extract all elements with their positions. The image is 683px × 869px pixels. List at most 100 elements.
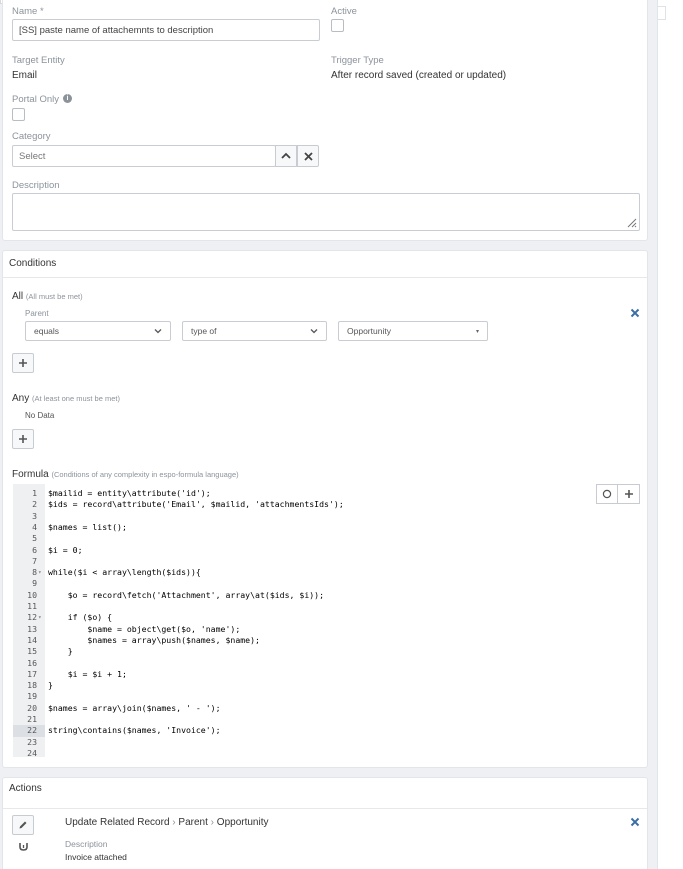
code-line[interactable]: 14 $names = array\push($names, $name);	[13, 635, 641, 646]
description-textarea[interactable]	[12, 193, 640, 231]
line-number: 8	[32, 567, 37, 578]
chevron-up-icon	[281, 152, 291, 159]
target-entity-label: Target Entity	[12, 55, 65, 66]
code-text: $ids = record\attribute('Email', $mailid…	[48, 499, 344, 510]
code-text: $names = array\join($names, ' - ');	[48, 702, 221, 713]
code-line[interactable]: 13 $name = object\get($o, 'name');	[13, 624, 641, 635]
breadcrumb-separator: ›	[210, 817, 215, 828]
portal-only-checkbox[interactable]	[12, 108, 25, 121]
active-label: Active	[331, 6, 357, 17]
code-text: while($i < array\length($ids)){	[48, 567, 201, 578]
code-line[interactable]: 24	[13, 748, 641, 759]
name-label: Name *	[12, 6, 44, 17]
check-syntax-button[interactable]	[596, 484, 618, 504]
name-input[interactable]: [SS] paste name of attachemnts to descri…	[12, 19, 320, 41]
code-line[interactable]: 5	[13, 533, 641, 544]
description-label: Description	[12, 180, 60, 191]
parent-label: Parent	[25, 309, 49, 318]
code-line[interactable]: 22 string\contains($names, 'Invoice');	[13, 725, 641, 737]
code-line[interactable]: 10 $o = record\fetch('Attachment', array…	[13, 590, 641, 601]
fold-arrow-icon[interactable]: ▾	[38, 567, 44, 578]
code-line[interactable]: 23	[13, 737, 641, 748]
plus-icon	[19, 435, 27, 443]
remove-action-icon[interactable]	[630, 817, 640, 827]
all-hint: (All must be met)	[25, 292, 83, 301]
code-line[interactable]: 1 $mailid = entity\attribute('id');	[13, 488, 641, 499]
code-line[interactable]: 18}	[13, 680, 641, 691]
category-label: Category	[12, 131, 51, 142]
move-down-icon[interactable]	[19, 842, 28, 851]
active-checkbox[interactable]	[331, 19, 344, 32]
entity-select[interactable]: Opportunity ▾	[338, 321, 488, 341]
formula-title: Formula (Conditions of any complexity in…	[12, 469, 239, 480]
line-number: 7	[32, 555, 37, 566]
action-link: Parent	[178, 817, 208, 828]
no-data-text: No Data	[25, 411, 55, 420]
code-line[interactable]: 16	[13, 658, 641, 669]
code-text: }	[48, 680, 53, 691]
action-description-value: Invoice attached	[65, 852, 127, 862]
line-number: 2	[32, 499, 37, 510]
line-number: 1	[32, 488, 37, 498]
code-line[interactable]: 21	[13, 714, 641, 725]
line-number: 24	[27, 747, 37, 758]
code-text: $name = object\get($o, 'name');	[48, 623, 241, 634]
circle-icon	[602, 489, 612, 499]
all-label: All	[12, 291, 24, 302]
line-number: 13	[27, 623, 37, 634]
code-line[interactable]: 20 $names = array\join($names, ' - ');	[13, 703, 641, 714]
line-number: 9	[32, 578, 37, 589]
fold-arrow-icon[interactable]: ▾	[38, 612, 44, 623]
code-line[interactable]: 11	[13, 601, 641, 612]
trigger-type-label: Trigger Type	[331, 55, 384, 66]
any-hint: (At least one must be met)	[32, 394, 120, 403]
breadcrumb-separator: ›	[172, 817, 176, 828]
code-line[interactable]: 3	[13, 511, 641, 522]
code-line[interactable]: 19	[13, 691, 641, 702]
add-all-condition-button[interactable]	[12, 353, 34, 373]
code-line[interactable]: 8 ▾ while($i < array\length($ids)){	[13, 567, 641, 578]
code-line[interactable]: 9	[13, 578, 641, 589]
action-heading: Update Related Record › Parent › Opportu…	[65, 817, 269, 828]
line-number: 20	[27, 702, 37, 713]
any-group-title: Any (At least one must be met)	[12, 393, 120, 404]
code-line[interactable]: 4 $names = list();	[13, 522, 641, 533]
code-text: }	[48, 646, 73, 657]
chevron-down-icon	[310, 329, 318, 334]
line-number: 6	[32, 544, 37, 555]
target-entity-value: Email	[12, 70, 38, 81]
conditions-panel: Conditions All (All must be met) Parent …	[2, 250, 648, 768]
type-select[interactable]: type of	[182, 321, 327, 341]
trigger-type-value: After record saved (created or updated)	[331, 70, 507, 81]
code-text: $names = list();	[48, 521, 127, 532]
line-number: 12	[27, 612, 37, 623]
code-line[interactable]: 6 $i = 0;	[13, 545, 641, 556]
category-select[interactable]: Select	[12, 145, 276, 167]
line-number: 4	[32, 521, 37, 532]
add-any-condition-button[interactable]	[12, 429, 34, 449]
code-line[interactable]: 15 }	[13, 646, 641, 657]
code-line[interactable]: 2 $ids = record\attribute('Email', $maili…	[13, 499, 641, 510]
divider	[3, 808, 647, 809]
formula-editor[interactable]: 1 $mailid = entity\attribute('id'); 2 $ids …	[13, 484, 641, 759]
edit-action-button[interactable]	[12, 815, 34, 835]
line-number: 19	[27, 691, 37, 702]
info-icon[interactable]: i	[63, 94, 72, 103]
line-number: 22	[13, 725, 45, 737]
line-number: 3	[32, 510, 37, 521]
plus-icon	[19, 359, 27, 367]
category-clear-button[interactable]	[297, 145, 319, 167]
code-line[interactable]: 17 $i = $i + 1;	[13, 669, 641, 680]
category-expand-button[interactable]	[275, 145, 297, 167]
type-value: type of	[191, 326, 217, 336]
line-number: 17	[27, 668, 37, 679]
code-line[interactable]: 7	[13, 556, 641, 567]
resize-icon[interactable]	[625, 216, 637, 228]
code-line[interactable]: 12 ▾ if ($o) {	[13, 612, 641, 623]
name-input-value: [SS] paste name of attachemnts to descri…	[19, 24, 214, 36]
operator-select[interactable]: equals	[25, 321, 171, 341]
remove-condition-icon[interactable]	[630, 308, 640, 318]
insert-function-button[interactable]	[618, 484, 640, 504]
line-number: 21	[27, 714, 37, 724]
overview-panel: Name * [SS] paste name of attachemnts to…	[2, 0, 648, 241]
